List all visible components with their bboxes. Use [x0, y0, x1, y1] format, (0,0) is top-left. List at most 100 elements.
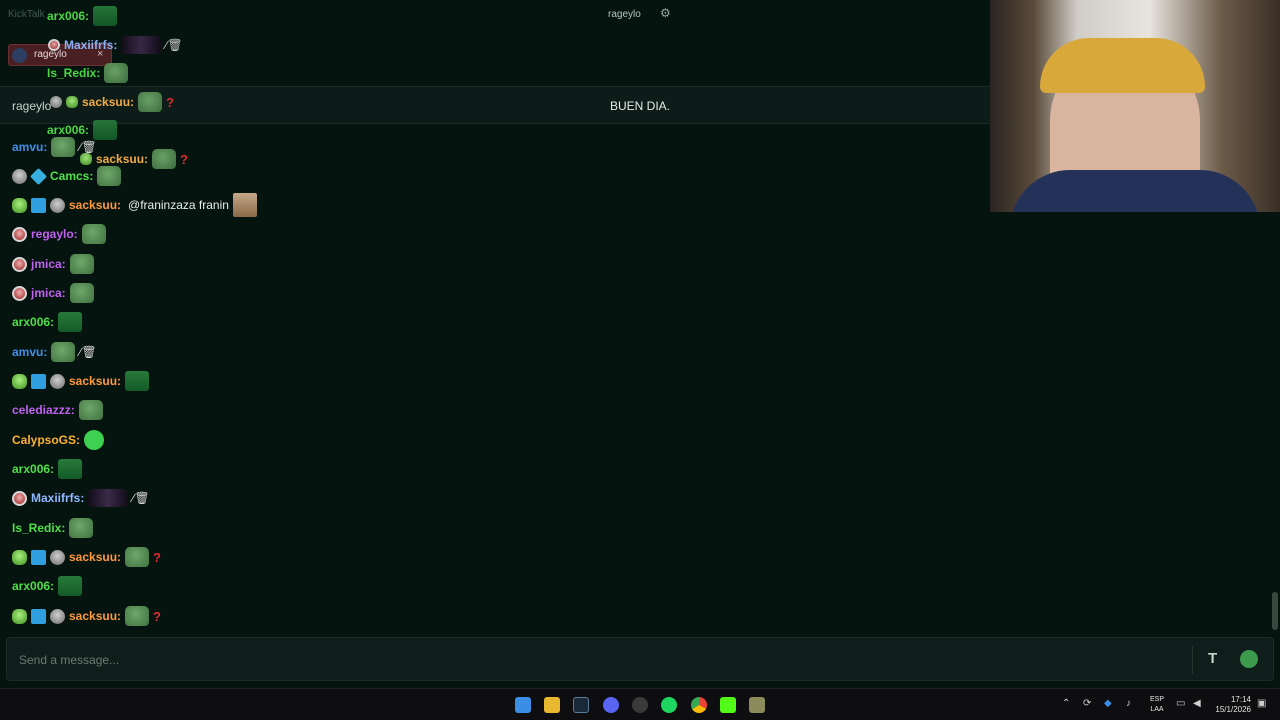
language-indicator[interactable]: ESP LAA	[1148, 695, 1166, 715]
channel-name[interactable]: rageylo	[608, 9, 641, 20]
alien-badge-icon	[12, 373, 27, 389]
alien-badge-icon	[12, 549, 27, 565]
sync-icon[interactable]: ⟳	[1083, 698, 1091, 709]
username[interactable]: arx006:	[12, 315, 54, 329]
username[interactable]: arx006:	[12, 579, 54, 593]
chat-message: Is_Redix:	[47, 61, 129, 85]
volume-icon[interactable]: ◀	[1193, 698, 1201, 709]
chat-message: arx006:	[47, 4, 118, 28]
app-brand: KickTalk	[8, 9, 45, 20]
emote	[125, 371, 150, 391]
obs-icon[interactable]	[632, 697, 648, 713]
chat-message: arx006:	[12, 310, 83, 334]
chat-message: sacksuu: @franinzaza franin	[12, 193, 257, 217]
chat-message: sacksuu:	[12, 369, 150, 393]
file-explorer-icon[interactable]	[544, 697, 560, 713]
chat-message: CalypsoGS:	[12, 428, 105, 452]
chat-message: Maxiifrfs: ∕🗑	[12, 486, 150, 510]
emote	[69, 254, 94, 274]
username[interactable]: Is_Redix:	[47, 66, 100, 80]
username[interactable]: sacksuu:	[69, 550, 121, 564]
chat-message: Is_Redix:	[12, 516, 94, 540]
username[interactable]: arx006:	[47, 9, 89, 23]
username[interactable]: jmica:	[31, 257, 66, 271]
username[interactable]: sacksuu:	[69, 609, 121, 623]
chat-message: Camcs:	[12, 164, 122, 188]
app-icon[interactable]	[749, 697, 765, 713]
badge-icon	[48, 39, 60, 51]
username[interactable]: celediazzz:	[12, 403, 75, 417]
chat-message: celediazzz:	[12, 398, 103, 422]
input-divider	[1192, 646, 1193, 674]
windows-taskbar: ⌃ ⟳ ◆ ♪ ESP LAA ▭ ◀ 17:14 15/1/2026 ▣	[0, 688, 1280, 720]
system-clock[interactable]: 17:14 15/1/2026	[1207, 695, 1251, 715]
hammer-badge-icon	[31, 549, 46, 565]
chrome-icon[interactable]	[691, 697, 707, 713]
webcam-feed	[990, 0, 1280, 212]
question-icon: ?	[153, 608, 161, 624]
kicktalk-window: KickTalk rageylo ⚙ arx006: rageylo × Max…	[0, 0, 1280, 720]
steam-icon[interactable]	[573, 697, 589, 713]
notification-icon[interactable]: ▣	[1257, 698, 1266, 709]
shield-icon[interactable]: ◆	[1104, 698, 1112, 709]
message-input[interactable]	[19, 650, 1179, 670]
pinned-user[interactable]: rageylo	[12, 99, 51, 113]
badge-icon	[12, 226, 27, 242]
username[interactable]: Maxiifrfs:	[31, 491, 84, 505]
hammer-badge-icon	[31, 373, 46, 389]
emote	[121, 36, 162, 54]
discord-icon[interactable]	[603, 697, 619, 713]
username[interactable]: arx006:	[12, 462, 54, 476]
username[interactable]: sacksuu:	[69, 198, 121, 212]
username[interactable]: sacksuu:	[82, 95, 134, 109]
chat-message: arx006:	[12, 457, 83, 481]
emote-picker-icon[interactable]	[1240, 650, 1258, 668]
emote	[125, 547, 150, 567]
emote	[69, 518, 94, 538]
emote	[58, 312, 83, 332]
badge-icon	[12, 256, 27, 272]
clock-date: 15/1/2026	[1215, 705, 1251, 714]
hammer-badge-icon	[31, 608, 46, 624]
monitor-icon[interactable]: ▭	[1176, 698, 1185, 709]
badge-icon	[12, 285, 27, 301]
emote	[93, 6, 118, 26]
username[interactable]: amvu:	[12, 140, 47, 154]
pinned-text: BUEN DIA.	[610, 99, 671, 113]
chat-header: KickTalk rageylo ⚙ arx006: rageylo × Max…	[0, 0, 990, 86]
chevron-up-icon[interactable]: ⌃	[1062, 698, 1070, 709]
badge-icon	[12, 168, 27, 184]
emote	[84, 430, 105, 450]
chat-message: jmica:	[12, 252, 94, 276]
emote	[69, 283, 94, 303]
username[interactable]: CalypsoGS:	[12, 433, 80, 447]
username[interactable]: Camcs:	[50, 169, 93, 183]
username[interactable]: Maxiifrfs:	[64, 38, 117, 52]
clock-time: 17:14	[1230, 695, 1251, 704]
username[interactable]: regaylo:	[31, 227, 78, 241]
question-icon: ?	[180, 151, 188, 167]
username[interactable]: sacksuu:	[69, 374, 121, 388]
emote	[88, 489, 129, 507]
alien-badge-icon	[12, 608, 27, 624]
spotify-icon[interactable]	[661, 697, 677, 713]
emote-wave: ∕🗑	[165, 38, 183, 52]
microphone-icon[interactable]: ♪	[1126, 698, 1131, 709]
text-format-icon[interactable]: T	[1208, 650, 1217, 667]
gear-icon[interactable]: ⚙	[660, 6, 671, 20]
emote	[51, 137, 76, 157]
emote	[97, 166, 122, 186]
streamer-shirt	[1010, 170, 1260, 212]
chat-message: amvu: ∕🗑	[12, 340, 97, 364]
avatar	[12, 48, 27, 63]
username[interactable]: jmica:	[31, 286, 66, 300]
username[interactable]: amvu:	[12, 345, 47, 359]
windows-start-icon[interactable]	[515, 697, 531, 713]
chat-scrollbar[interactable]	[1272, 592, 1278, 630]
username[interactable]: Is_Redix:	[12, 521, 65, 535]
emote	[152, 149, 177, 169]
emote	[78, 400, 103, 420]
emote	[232, 193, 257, 217]
kick-icon[interactable]	[720, 697, 736, 713]
badge-icon	[12, 490, 27, 506]
